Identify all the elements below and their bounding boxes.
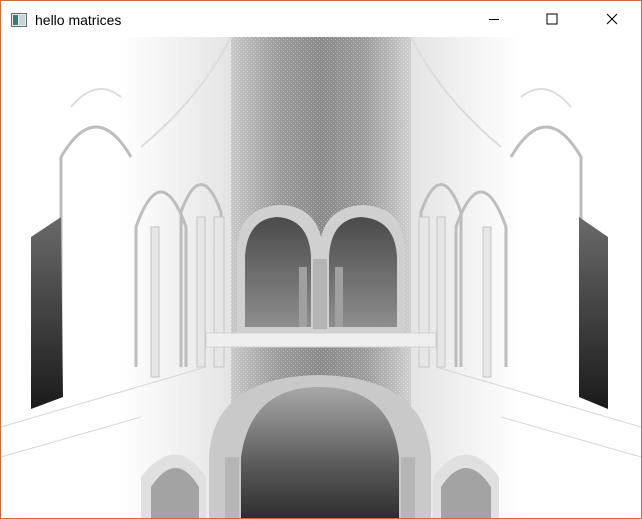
balcony-ledge — [205, 332, 437, 348]
app-window: hello matrices — [0, 0, 642, 519]
minimize-button[interactable] — [465, 1, 523, 37]
lower-main-arch — [209, 375, 431, 518]
window-title: hello matrices — [35, 12, 122, 28]
close-button[interactable] — [583, 1, 641, 37]
left-side-opening — [31, 217, 63, 409]
maximize-button[interactable] — [523, 1, 581, 37]
right-side-opening — [579, 217, 608, 409]
maximize-icon — [546, 13, 558, 25]
render-viewport[interactable] — [1, 37, 641, 518]
sponza-atrium-scene — [1, 37, 641, 518]
title-bar[interactable]: hello matrices — [1, 1, 641, 37]
opengl-app-icon — [11, 12, 27, 27]
minimize-icon — [489, 19, 499, 20]
close-icon — [606, 13, 618, 25]
